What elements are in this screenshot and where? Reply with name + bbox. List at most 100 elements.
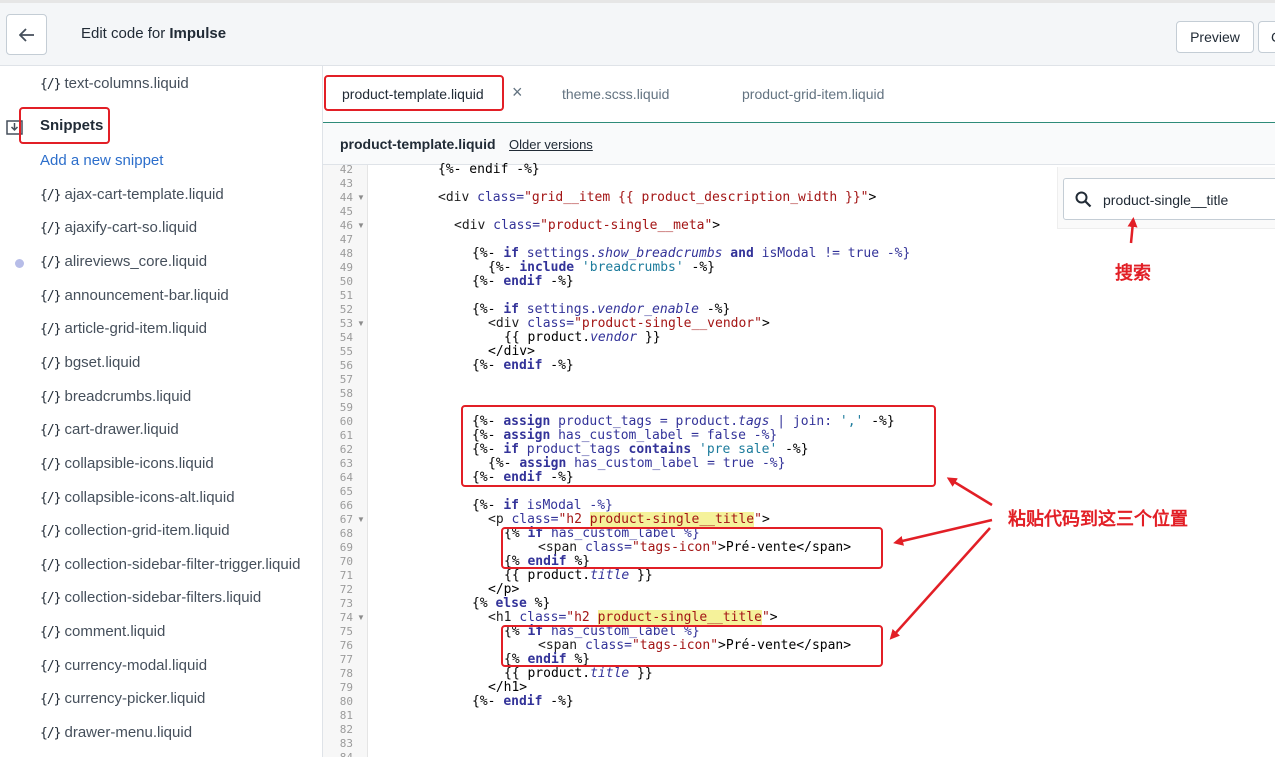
back-button[interactable] xyxy=(6,14,47,55)
code-line: {{ product.title }} xyxy=(504,666,653,681)
file-label: currency-picker.liquid xyxy=(64,690,206,707)
line-number: 56 xyxy=(339,359,353,372)
code-line: {%- if settings.vendor_enable -%} xyxy=(472,302,731,317)
current-file-name: product-template.liquid xyxy=(340,136,496,152)
line-number-gutter: 42 43 44 ▼ 45 46 ▼ 47 48 49 50 51 52 53 ▼ 54 55 56 57 58 59 6… xyxy=(323,163,368,757)
page-title: Edit code for Impulse xyxy=(81,25,226,42)
sidebar-file-item[interactable]: {/} currency-modal.liquid xyxy=(40,657,207,674)
line-number: 82 xyxy=(339,723,353,736)
close-tab-icon[interactable]: × xyxy=(512,82,523,103)
file-code-icon: {/} xyxy=(40,255,62,270)
unsaved-dot-icon xyxy=(15,259,24,268)
title-prefix: Edit code for xyxy=(81,25,170,42)
line-number: 52 xyxy=(339,303,353,316)
line-number: 55 xyxy=(339,345,353,358)
annotation-box-assign xyxy=(461,405,936,487)
sidebar-file-item[interactable]: {/} collection-sidebar-filter-trigger.liq… xyxy=(40,556,300,573)
file-label: breadcrumbs.liquid xyxy=(64,388,192,405)
file-code-icon: {/} xyxy=(40,390,62,405)
line-number: 64 xyxy=(339,471,353,484)
annotation-box-label-1 xyxy=(501,527,883,569)
file-label: article-grid-item.liquid xyxy=(64,320,208,337)
file-label: text-columns.liquid xyxy=(64,75,189,92)
file-sidebar: {/} text-columns.liquid Snippets Add a ne… xyxy=(0,66,323,757)
code-line: {{ product.title }} xyxy=(504,568,653,583)
sidebar-file-item[interactable]: {/} comment.liquid xyxy=(40,623,165,640)
line-number: 76 xyxy=(339,639,353,652)
file-label: collection-grid-item.liquid xyxy=(64,522,230,539)
line-number: 62 xyxy=(339,443,353,456)
line-number: 58 xyxy=(339,387,353,400)
file-code-icon: {/} xyxy=(40,491,62,506)
line-number: 72 xyxy=(339,583,353,596)
file-label: collapsible-icons.liquid xyxy=(64,455,214,472)
line-number: 67 xyxy=(339,513,353,526)
customize-button[interactable]: C xyxy=(1258,21,1275,53)
file-code-icon: {/} xyxy=(40,659,62,674)
line-number: 57 xyxy=(339,373,353,386)
fold-toggle-icon[interactable]: ▼ xyxy=(357,613,365,622)
sidebar-file-item[interactable]: {/} ajaxify-cart-so.liquid xyxy=(40,219,197,236)
sidebar-file-item[interactable]: {/} collection-grid-item.liquid xyxy=(40,522,230,539)
older-versions-link[interactable]: Older versions xyxy=(509,137,593,152)
line-number: 81 xyxy=(339,709,353,722)
line-number: 44 xyxy=(339,191,353,204)
sidebar-file-text-columns[interactable]: {/} text-columns.liquid xyxy=(40,75,189,92)
file-code-icon: {/} xyxy=(40,356,62,371)
line-number: 42 xyxy=(339,163,353,176)
sidebar-file-item[interactable]: {/} collapsible-icons-alt.liquid xyxy=(40,489,235,506)
file-code-icon: {/} xyxy=(40,692,62,707)
line-number: 68 xyxy=(339,527,353,540)
search-note: 搜索 xyxy=(1115,263,1151,284)
file-code-icon: {/} xyxy=(40,289,62,304)
line-number: 46 xyxy=(339,219,353,232)
sidebar-file-item[interactable]: {/} alireviews_core.liquid xyxy=(40,253,207,270)
sidebar-file-item[interactable]: {/} drawer-menu.liquid xyxy=(40,724,192,741)
line-number: 49 xyxy=(339,261,353,274)
fold-toggle-icon[interactable]: ▼ xyxy=(357,319,365,328)
file-label: drawer-menu.liquid xyxy=(64,724,193,741)
file-label: collection-sidebar-filter-trigger.liquid xyxy=(64,556,301,573)
line-number: 63 xyxy=(339,457,353,470)
search-value: product-single__title xyxy=(1103,192,1229,208)
sidebar-file-item[interactable]: {/} collection-sidebar-filters.liquid xyxy=(40,589,261,606)
sidebar-file-item[interactable]: {/} announcement-bar.liquid xyxy=(40,287,229,304)
file-code-icon: {/} xyxy=(40,524,62,539)
file-label: ajaxify-cart-so.liquid xyxy=(64,219,198,236)
file-code-icon: {/} xyxy=(40,221,62,236)
add-snippet-link[interactable]: Add a new snippet xyxy=(40,152,163,169)
code-line: {%- include 'breadcrumbs' -%} xyxy=(488,260,715,275)
line-number: 69 xyxy=(339,541,353,554)
editor-tabs: product-template.liquid × theme.scss.liq… xyxy=(323,66,1275,123)
tab-theme-scss[interactable]: theme.scss.liquid xyxy=(562,86,669,102)
sidebar-file-item[interactable]: {/} currency-picker.liquid xyxy=(40,690,205,707)
tab-product-grid-item[interactable]: product-grid-item.liquid xyxy=(742,86,884,102)
preview-button[interactable]: Preview xyxy=(1176,21,1254,53)
fold-toggle-icon[interactable]: ▼ xyxy=(357,221,365,230)
code-line: <div class="grid__item {{ product_descri… xyxy=(438,190,877,205)
search-input[interactable]: product-single__title xyxy=(1063,178,1275,220)
sidebar-file-item[interactable]: {/} bgset.liquid xyxy=(40,354,140,371)
file-code-icon: {/} xyxy=(40,726,62,741)
sidebar-file-item[interactable]: {/} breadcrumbs.liquid xyxy=(40,388,191,405)
sidebar-file-item[interactable]: {/} collapsible-icons.liquid xyxy=(40,455,214,472)
file-code-icon: {/} xyxy=(40,558,62,573)
annotation-box-label-2 xyxy=(501,625,883,667)
annotation-box-tab xyxy=(324,75,504,111)
line-number: 83 xyxy=(339,737,353,750)
sidebar-file-item[interactable]: {/} ajax-cart-template.liquid xyxy=(40,186,224,203)
line-number: 77 xyxy=(339,653,353,666)
line-number: 78 xyxy=(339,667,353,680)
file-label: cart-drawer.liquid xyxy=(64,421,179,438)
line-number: 50 xyxy=(339,275,353,288)
code-line: <div class="product-single__meta"> xyxy=(454,218,721,233)
file-code-icon: {/} xyxy=(40,591,62,606)
line-number: 70 xyxy=(339,555,353,568)
paste-note: 粘贴代码到这三个位置 xyxy=(1008,509,1188,530)
sidebar-file-item[interactable]: {/} article-grid-item.liquid xyxy=(40,320,207,337)
sidebar-file-item[interactable]: {/} cart-drawer.liquid xyxy=(40,421,179,438)
fold-toggle-icon[interactable]: ▼ xyxy=(357,193,365,202)
line-number: 73 xyxy=(339,597,353,610)
code-line: {%- endif -%} xyxy=(472,274,574,289)
fold-toggle-icon[interactable]: ▼ xyxy=(357,515,365,524)
